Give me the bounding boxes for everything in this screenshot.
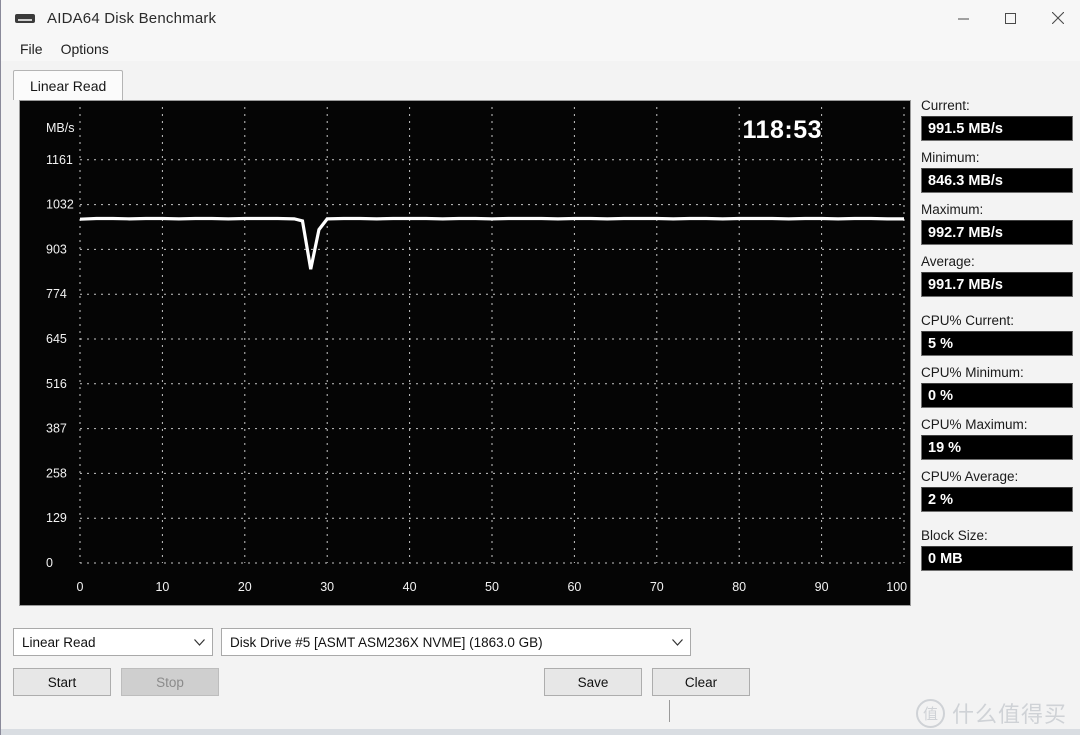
y-axis-unit-label: MB/s [46,121,74,135]
stat-value: 0 % [921,383,1073,408]
elapsed-timer: 118:53 [742,116,822,144]
tab-linear-read[interactable]: Linear Read [13,70,124,100]
y-axis-tick-label: 387 [46,422,67,436]
x-axis-tick-label: 10 [155,580,169,594]
stat-block: Maximum: 992.7 MB/s [921,202,1073,245]
aida64-disk-benchmark-window: AIDA64 Disk Benchmark File Options Linea… [0,0,1080,735]
clear-button[interactable]: Clear [652,668,750,696]
menu-bar: File Options [1,36,1080,61]
y-axis-tick-label: 0 [46,556,53,570]
stat-label: CPU% Maximum: [921,417,1028,432]
x-axis-tick-label: 20 [238,580,252,594]
stat-block: CPU% Maximum: 19 % [921,417,1073,460]
title-bar: AIDA64 Disk Benchmark [1,0,1080,36]
stat-value: 991.7 MB/s [921,272,1073,297]
stat-label: CPU% Minimum: [921,365,1024,380]
chevron-down-icon [186,638,212,646]
x-axis-tick-label: 0 [77,580,84,594]
stat-label: Minimum: [921,150,980,165]
y-axis-tick-label: 774 [46,287,67,301]
window-title: AIDA64 Disk Benchmark [47,9,217,27]
menu-item-options[interactable]: Options [52,39,118,59]
stat-block: CPU% Minimum: 0 % [921,365,1073,408]
stat-label: Block Size: [921,528,988,543]
x-axis-tick-label: 50 [485,580,499,594]
smzdm-logo-icon: 值 [915,698,945,728]
stop-button[interactable]: Stop [121,668,219,696]
benchmark-mode-value: Linear Read [22,634,96,650]
menu-item-file[interactable]: File [11,39,52,59]
stat-label: CPU% Current: [921,313,1015,328]
x-axis-tick-label: 40 [403,580,417,594]
text-caret [669,700,670,722]
x-axis-tick-label: 30 [320,580,334,594]
window-bottom-edge [1,729,1080,735]
y-axis-tick-label: 1032 [46,198,74,212]
x-axis-tick-label: 100 % [886,580,910,594]
stat-label: Average: [921,254,975,269]
chart-plot-area: MB/s 0 129 258 387 516 645 774 903 1032 1161 0 10 20 3… [20,101,910,605]
stat-value: 991.5 MB/s [921,116,1073,141]
disk-drive-value: Disk Drive #5 [ASMT ASM236X NVME] (1863.… [230,634,543,650]
stat-block: CPU% Current: 5 % [921,313,1073,356]
minimize-icon[interactable] [940,0,987,36]
chevron-down-icon [664,638,690,646]
x-axis-tick-label: 60 [567,580,581,594]
x-axis-tick-label: 80 [732,580,746,594]
stat-value: 0 MB [921,546,1073,571]
tab-strip: Linear Read [13,70,1069,100]
stat-label: CPU% Average: [921,469,1019,484]
disk-drive-select[interactable]: Disk Drive #5 [ASMT ASM236X NVME] (1863.… [221,628,691,656]
benchmark-mode-select[interactable]: Linear Read [13,628,213,656]
stat-block: Current: 991.5 MB/s [921,98,1073,141]
x-axis-tick-label: 70 [650,580,664,594]
y-axis-tick-label: 516 [46,377,67,391]
chart-svg: MB/s 0 129 258 387 516 645 774 903 1032 1161 0 10 20 3… [46,107,910,594]
y-axis-tick-label: 129 [46,511,67,525]
stat-value: 2 % [921,487,1073,512]
smzdm-watermark: 值 什么值得买 [915,697,1067,729]
stat-label: Maximum: [921,202,984,217]
stat-value: 5 % [921,331,1073,356]
stat-value: 992.7 MB/s [921,220,1073,245]
stat-label: Current: [921,98,970,113]
stat-value: 846.3 MB/s [921,168,1073,193]
benchmark-chart: MB/s 0 129 258 387 516 645 774 903 1032 1161 0 10 20 3… [19,100,911,606]
maximize-icon[interactable] [987,0,1034,36]
statistics-panel: Current: 991.5 MB/s Minimum: 846.3 MB/s Maxi… [921,98,1073,580]
disk-drive-icon [15,12,35,25]
y-axis-tick-label: 645 [46,332,67,346]
stat-value: 19 % [921,435,1073,460]
y-axis-tick-label: 1161 [46,153,73,167]
close-icon[interactable] [1034,0,1080,36]
stat-block: Minimum: 846.3 MB/s [921,150,1073,193]
save-button[interactable]: Save [544,668,642,696]
start-button[interactable]: Start [13,668,111,696]
x-axis-tick-label: 90 [815,580,829,594]
stat-block: Average: 991.7 MB/s [921,254,1073,297]
smzdm-watermark-text: 什么值得买 [951,703,1067,728]
y-axis-tick-label: 258 [46,466,67,480]
stat-block: Block Size: 0 MB [921,528,1073,571]
y-axis-tick-label: 903 [46,242,67,256]
stat-block: CPU% Average: 2 % [921,469,1073,512]
window-controls [940,0,1080,36]
